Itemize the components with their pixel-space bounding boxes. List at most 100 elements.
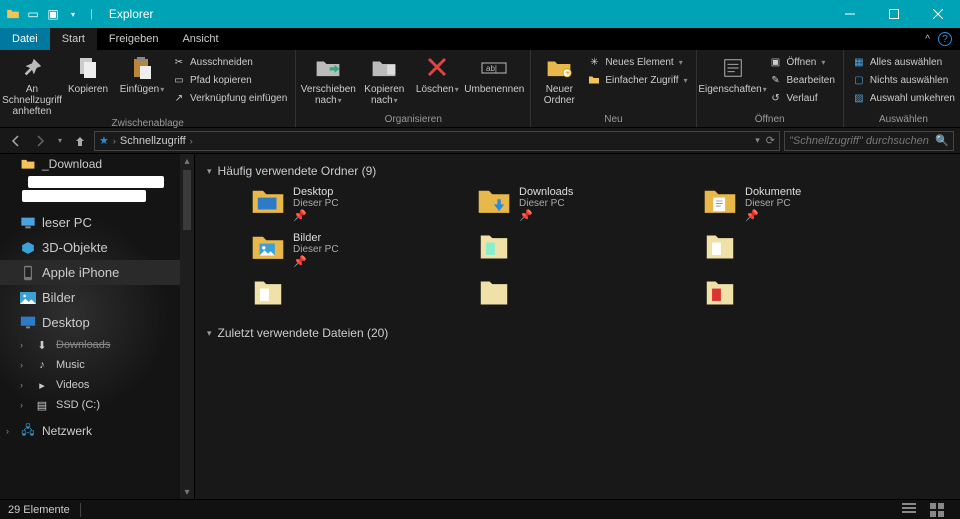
delete-button[interactable]: Löschen▾	[414, 52, 460, 95]
address-dropdown-icon[interactable]: ▾	[755, 135, 760, 146]
item-desktop[interactable]: DesktopDieser PC📌	[251, 186, 441, 222]
sidebar-item-pictures[interactable]: Bilder	[0, 285, 194, 310]
refresh-icon[interactable]: ⟳	[766, 134, 775, 147]
sidebar-item-videos[interactable]: ›▸Videos	[0, 375, 194, 395]
rename-button[interactable]: ab| Umbenennen	[464, 52, 524, 95]
pin-icon: 📌	[745, 209, 801, 222]
folder-icon	[477, 186, 511, 216]
paste-shortcut-button[interactable]: ↗Verknüpfung einfügen	[170, 90, 289, 106]
collapse-icon[interactable]: ▾	[207, 166, 212, 177]
copy-path-button[interactable]: ▭Pfad kopieren	[170, 72, 289, 88]
easy-access-button[interactable]: Einfacher Zugriff▾	[585, 72, 689, 88]
sidebar-item-downloads[interactable]: ›⬇Downloads	[0, 335, 194, 355]
select-none-button[interactable]: ▢Nichts auswählen	[850, 72, 957, 88]
qat-dropdown-icon[interactable]: ▾	[66, 7, 80, 21]
open-button[interactable]: ▣Öffnen▾	[767, 54, 837, 70]
item-pictures[interactable]: BilderDieser PC📌	[251, 232, 441, 268]
ribbon-group-organize: Verschieben nach▾ Kopieren nach▾ Löschen…	[296, 50, 531, 127]
qat-newfolder-icon[interactable]: ▣	[46, 7, 60, 21]
sidebar-item-desktop[interactable]: Desktop	[0, 310, 194, 335]
ribbon-tabs: Datei Start Freigeben Ansicht ^ ?	[0, 28, 960, 50]
nav-back-button[interactable]	[6, 131, 26, 151]
network-icon: 🖧	[20, 424, 36, 438]
tab-share[interactable]: Freigeben	[97, 28, 171, 50]
pictures-icon	[20, 291, 36, 305]
expand-icon[interactable]: ›	[20, 380, 23, 390]
copyto-icon	[370, 54, 398, 82]
view-details-button[interactable]	[902, 503, 924, 517]
paste-button[interactable]: Einfügen▾	[118, 52, 166, 95]
pin-quickaccess-button[interactable]: An Schnellzugriff anheften	[6, 52, 58, 117]
item-folder[interactable]	[703, 278, 893, 308]
new-folder-icon: ✳	[545, 54, 573, 82]
item-folder[interactable]	[703, 232, 893, 268]
sidebar-scrollbar[interactable]: ▴ ▾	[180, 154, 194, 499]
scroll-down-icon[interactable]: ▾	[180, 485, 194, 499]
collapse-icon[interactable]: ▾	[207, 328, 212, 339]
close-button[interactable]	[916, 0, 960, 28]
tab-view[interactable]: Ansicht	[170, 28, 230, 50]
select-all-button[interactable]: ▦Alles auswählen	[850, 54, 957, 70]
breadcrumb-root[interactable]: Schnellzugriff	[120, 135, 186, 147]
search-icon[interactable]: 🔍	[935, 134, 949, 147]
address-bar-row: ▾ ★ › Schnellzugriff › ▾ ⟳ "Schnellzugri…	[0, 128, 960, 154]
copy-button[interactable]: Kopieren	[62, 52, 114, 95]
open-icon: ▣	[769, 55, 783, 69]
folder-icon	[703, 278, 737, 308]
folder-icon	[703, 186, 737, 216]
copy-to-button[interactable]: Kopieren nach▾	[358, 52, 410, 106]
nav-recent-dropdown[interactable]: ▾	[54, 131, 66, 151]
expand-icon[interactable]: ›	[20, 340, 23, 350]
sidebar-item-3dobjects[interactable]: 3D-Objekte	[0, 235, 194, 260]
move-to-button[interactable]: Verschieben nach▾	[302, 52, 354, 106]
select-none-icon: ▢	[852, 73, 866, 87]
qat-properties-icon[interactable]: ▭	[26, 7, 40, 21]
item-downloads[interactable]: DownloadsDieser PC📌	[477, 186, 667, 222]
help-icon[interactable]: ?	[938, 32, 952, 46]
tab-file[interactable]: Datei	[0, 28, 50, 50]
cut-button[interactable]: ✂Ausschneiden	[170, 54, 289, 70]
minimize-button[interactable]	[828, 0, 872, 28]
videos-icon: ▸	[34, 378, 50, 392]
properties-button[interactable]: Eigenschaften▾	[703, 52, 763, 95]
ribbon-group-new: ✳ Neuer Ordner ✳Neues Element▾ Einfacher…	[531, 50, 696, 127]
tab-start[interactable]: Start	[50, 28, 97, 50]
item-folder[interactable]	[477, 278, 667, 308]
sidebar-item-thispc[interactable]: leser PC	[0, 210, 194, 235]
edit-button[interactable]: ✎Bearbeiten	[767, 72, 837, 88]
sidebar-item-music[interactable]: ›♪Music	[0, 355, 194, 375]
copy-icon	[74, 54, 102, 82]
section-frequent-header[interactable]: ▾ Häufig verwendete Ordner (9)	[207, 164, 948, 178]
view-largeicons-button[interactable]	[930, 503, 952, 517]
address-bar[interactable]: ★ › Schnellzugriff › ▾ ⟳	[94, 131, 780, 151]
sidebar-item-download[interactable]: _Download	[0, 154, 194, 174]
invert-selection-button[interactable]: ▨Auswahl umkehren	[850, 90, 957, 106]
search-box[interactable]: "Schnellzugriff" durchsuchen 🔍	[784, 131, 954, 151]
rename-icon: ab|	[480, 54, 508, 82]
frequent-grid: DesktopDieser PC📌 DownloadsDieser PC📌 Do…	[251, 186, 948, 308]
pin-icon: 📌	[293, 209, 339, 222]
ribbon-collapse-icon[interactable]: ^	[925, 34, 930, 45]
new-item-button[interactable]: ✳Neues Element▾	[585, 54, 689, 70]
expand-icon[interactable]: ›	[20, 360, 23, 370]
scroll-up-icon[interactable]: ▴	[180, 154, 194, 168]
sidebar-item-ssd[interactable]: ›▤SSD (C:)	[0, 395, 194, 415]
maximize-button[interactable]	[872, 0, 916, 28]
item-folder[interactable]	[477, 232, 667, 268]
item-folder[interactable]	[251, 278, 441, 308]
nav-up-button[interactable]	[70, 131, 90, 151]
sidebar-item-iphone[interactable]: Apple iPhone	[0, 260, 194, 285]
redacted-item	[22, 190, 146, 202]
expand-icon[interactable]: ›	[6, 426, 9, 436]
scroll-thumb[interactable]	[183, 170, 191, 230]
history-button[interactable]: ↺Verlauf	[767, 90, 837, 106]
expand-icon[interactable]: ›	[20, 400, 23, 410]
nav-forward-button[interactable]	[30, 131, 50, 151]
sidebar-item-network[interactable]: ›🖧Netzwerk	[0, 421, 194, 441]
pc-icon	[20, 216, 36, 230]
new-folder-button[interactable]: ✳ Neuer Ordner	[537, 52, 581, 106]
section-recent-header[interactable]: ▾ Zuletzt verwendete Dateien (20)	[207, 326, 948, 340]
titlebar: ▭ ▣ ▾ | Explorer	[0, 0, 960, 28]
breadcrumb-sep-icon: ›	[113, 136, 116, 146]
item-documents[interactable]: DokumenteDieser PC📌	[703, 186, 893, 222]
